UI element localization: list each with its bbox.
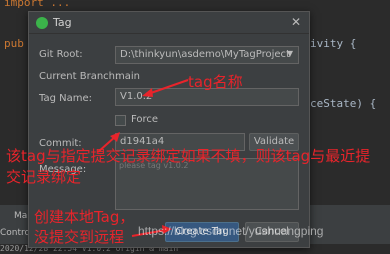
force-checkbox[interactable] [115,115,126,126]
current-branch-value: main [115,71,140,82]
code-line-method: ceState) { [310,97,377,110]
dialog-title: Tag [53,16,72,29]
git-root-label: Git Root: [39,49,83,60]
git-root-select[interactable]: D:\thinkyun\asdemo\MyTagProject ▼ [115,46,299,64]
watermark-text: https://blog.csdn.net/yushuangping [138,224,324,238]
force-label: Force [131,114,159,125]
code-line-imports: import ... [4,0,71,9]
annotation-arrow-commit [97,132,120,153]
annotation-tag-name: tag名称 [188,73,243,91]
android-studio-icon [36,17,48,29]
annotation-create-line2: 没提交到远程 [34,228,125,246]
code-line-class-keyword: pub [4,37,24,50]
chevron-down-icon: ▼ [286,49,293,58]
current-branch-label: Current Branch: [39,71,119,82]
tag-name-label: Tag Name: [39,93,92,104]
close-icon[interactable]: ✕ [291,15,301,29]
annotation-commit: 该tag与指定提交记录绑定如果不填，则该tag与最近提交记录绑定 [6,147,371,186]
git-root-value: D:\thinkyun\asdemo\MyTagProject [120,49,290,60]
code-line-class-rest: ivity { [310,37,357,50]
annotation-create-line1: 创建本地Tag， [34,208,135,226]
dialog-titlebar[interactable]: Tag ✕ [29,12,309,34]
annotation-arrow-tag-name [142,79,189,97]
tool-tab-control[interactable]: Contro [0,228,30,238]
